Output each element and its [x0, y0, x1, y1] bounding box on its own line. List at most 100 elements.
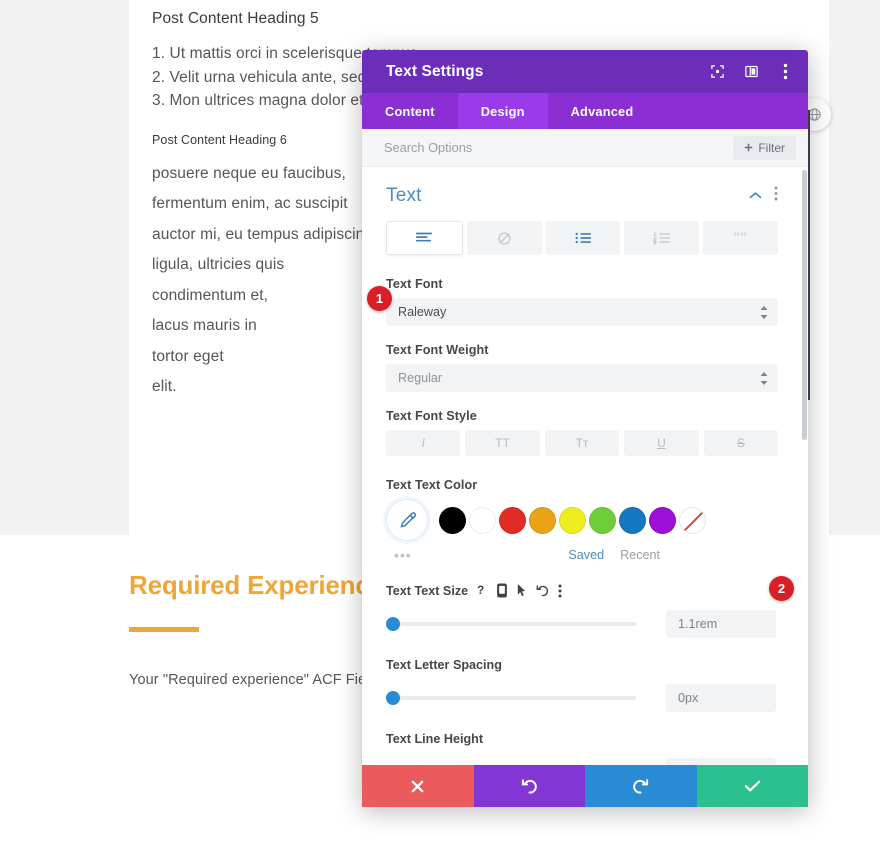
reset-icon[interactable]	[536, 584, 549, 598]
layout-panel-icon[interactable]	[742, 63, 760, 81]
slider-knob[interactable]	[386, 691, 400, 705]
color-swatch-row	[386, 499, 778, 541]
text-size-value-field[interactable]: 1.1rem	[666, 610, 776, 638]
line-height-label: Text Line Height	[386, 732, 484, 746]
tab-advanced[interactable]: Advanced	[548, 93, 657, 129]
filter-label: Filter	[758, 140, 785, 155]
letter-spacing-label: Text Letter Spacing	[386, 658, 502, 672]
letter-spacing-value-field[interactable]: 0px	[666, 684, 776, 712]
swatch-black[interactable]	[439, 506, 466, 534]
text-size-row: 1.1rem	[386, 610, 778, 638]
more-vertical-icon[interactable]	[774, 186, 778, 206]
style-uppercase-button[interactable]: TT	[465, 430, 540, 456]
paragraph-align-icon	[416, 232, 433, 242]
quote-icon: ” ”	[734, 231, 747, 244]
style-glyph: U	[657, 436, 666, 450]
swatch-white[interactable]	[469, 506, 496, 534]
style-strikethrough-button[interactable]: S	[703, 430, 779, 456]
text-section-header: Text	[386, 185, 778, 207]
color-tab-links: Saved Recent	[568, 548, 778, 562]
toggle-link[interactable]	[466, 221, 542, 255]
slider-knob[interactable]	[386, 617, 400, 631]
letter-spacing-row: 0px	[386, 684, 778, 712]
tab-content[interactable]: Content	[362, 93, 458, 129]
swatch-green[interactable]	[589, 506, 616, 534]
plus-icon	[745, 143, 753, 152]
save-button[interactable]	[696, 765, 808, 807]
title-underline-rule	[129, 627, 199, 632]
toggle-blockquote[interactable]: ” ”	[703, 221, 778, 255]
toggle-unordered-list[interactable]	[545, 221, 621, 255]
search-options-row: Filter	[362, 129, 808, 167]
numbered-list-icon	[652, 232, 670, 245]
filter-button[interactable]: Filter	[733, 135, 796, 160]
text-size-slider[interactable]	[386, 617, 636, 631]
swatch-no-color[interactable]	[679, 506, 706, 534]
post-content-heading-5: Post Content Heading 5	[152, 10, 319, 27]
toggle-paragraph[interactable]	[386, 221, 463, 255]
color-picker-button[interactable]	[386, 499, 428, 541]
chevron-updown-icon	[760, 371, 768, 385]
style-smallcaps-button[interactable]: Tᴛ	[544, 430, 620, 456]
toggle-ordered-list[interactable]	[624, 221, 700, 255]
modal-footer	[362, 765, 808, 807]
modal-tabs: Content Design Advanced	[362, 93, 808, 129]
style-glyph: I	[421, 436, 425, 450]
svg-text:”: ”	[741, 231, 747, 244]
swatch-blue[interactable]	[619, 506, 646, 534]
modal-header: Text Settings	[362, 50, 808, 93]
letter-spacing-head: Text Letter Spacing	[386, 658, 778, 672]
text-size-label: Text Text Size	[386, 583, 469, 598]
focus-target-icon[interactable]	[708, 63, 726, 81]
scrollbar-thumb[interactable]	[802, 170, 807, 440]
more-colors-button[interactable]: •••	[386, 547, 436, 563]
more-vertical-icon[interactable]	[558, 584, 562, 598]
text-font-select[interactable]: Raleway	[386, 298, 778, 326]
text-color-label: Text Text Color	[386, 478, 478, 492]
mobile-icon[interactable]	[497, 583, 507, 598]
style-italic-button[interactable]: I	[386, 430, 461, 456]
undo-button[interactable]	[473, 765, 585, 807]
swatch-yellow[interactable]	[559, 506, 586, 534]
line-height-value-field[interactable]: 1.7em	[666, 758, 776, 765]
chevron-updown-icon	[760, 305, 768, 319]
modal-body: Text ” ” Text Font Raleway Text Font Wei…	[362, 167, 808, 765]
style-underline-button[interactable]: U	[624, 430, 699, 456]
tab-design[interactable]: Design	[457, 93, 548, 129]
line-height-head: Text Line Height	[386, 732, 778, 746]
options-scroll-area: Text ” ” Text Font Raleway Text Font Wei…	[362, 167, 808, 765]
modal-scrollbar[interactable]	[802, 167, 808, 765]
close-icon	[411, 780, 424, 792]
text-font-weight-select[interactable]: Regular	[386, 364, 778, 392]
check-icon	[744, 780, 760, 792]
eyedropper-icon	[399, 511, 416, 528]
text-font-label: Text Font	[386, 277, 443, 291]
help-icon[interactable]: ?	[477, 583, 488, 598]
chevron-up-icon[interactable]	[749, 187, 762, 205]
modal-header-actions	[708, 63, 794, 81]
cancel-button[interactable]	[362, 765, 474, 807]
swatch-red[interactable]	[499, 506, 526, 534]
more-vertical-icon[interactable]	[776, 63, 794, 81]
swatch-purple[interactable]	[649, 506, 676, 534]
swatch-orange[interactable]	[529, 506, 556, 534]
link-slash-icon	[498, 231, 511, 245]
screen: Post Content Heading 5 1. Ut mattis orci…	[0, 0, 880, 845]
bullet-list-icon	[575, 232, 592, 244]
text-font-weight-label: Text Font Weight	[386, 343, 489, 357]
callout-badge-1: 1	[367, 286, 392, 311]
style-glyph: TT	[495, 436, 510, 450]
text-settings-modal: Text Settings Content Design Advanced Se…	[362, 50, 808, 807]
text-font-weight-value: Regular	[398, 371, 443, 385]
svg-text:”: ”	[734, 231, 740, 244]
recent-colors-link[interactable]: Recent	[620, 548, 660, 562]
search-input[interactable]	[384, 140, 734, 155]
letter-spacing-slider[interactable]	[386, 691, 636, 705]
text-font-value: Raleway	[398, 305, 447, 319]
redo-button[interactable]	[585, 765, 697, 807]
saved-colors-link[interactable]: Saved	[568, 548, 604, 562]
cursor-icon[interactable]	[516, 583, 527, 598]
color-row-footer: ••• Saved Recent	[386, 545, 778, 565]
text-type-toggle-group: ” ”	[386, 221, 778, 255]
line-height-row: 1.7em	[386, 758, 778, 765]
